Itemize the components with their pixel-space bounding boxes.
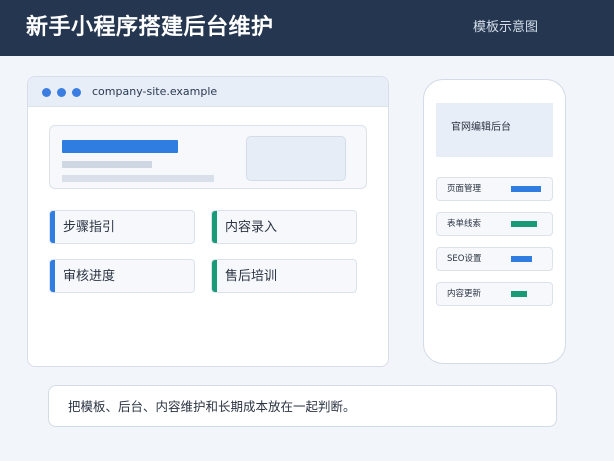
card-content-entry: 内容录入 <box>211 210 357 244</box>
phone-mockup: 官网编辑后台 页面管理 表单线索 SEO设置 内容更新 <box>423 79 566 364</box>
card-accent <box>212 211 217 243</box>
hero-text-placeholder <box>62 161 152 168</box>
hero-placeholder <box>49 125 367 189</box>
phone-row-bar <box>511 186 541 192</box>
card-accent <box>50 211 55 243</box>
phone-row-content-update: 内容更新 <box>436 282 553 306</box>
window-dot-icon <box>42 88 51 97</box>
phone-row-bar <box>511 291 527 297</box>
phone-row-label: SEO设置 <box>447 254 482 264</box>
phone-row-seo-settings: SEO设置 <box>436 247 553 271</box>
phone-row-label: 表单线索 <box>447 219 482 229</box>
card-accent <box>212 260 217 292</box>
card-after-sales-training: 售后培训 <box>211 259 357 293</box>
window-dot-icon <box>57 88 66 97</box>
phone-row-form-leads: 表单线索 <box>436 212 553 236</box>
phone-row-page-management: 页面管理 <box>436 177 553 201</box>
hero-image-placeholder <box>246 136 346 181</box>
card-accent <box>50 260 55 292</box>
summary-note: 把模板、后台、内容维护和长期成本放在一起判断。 <box>48 385 557 427</box>
browser-mockup: company-site.example 步骤指引 内容录入 审核进度 售后培训 <box>27 76 389 367</box>
card-review-progress: 审核进度 <box>49 259 195 293</box>
phone-title: 官网编辑后台 <box>451 122 511 133</box>
phone-row-bar <box>511 221 537 227</box>
phone-row-label: 内容更新 <box>447 289 482 299</box>
phone-row-label: 页面管理 <box>447 184 482 194</box>
browser-address-bar: company-site.example <box>28 77 388 107</box>
header-bar: 新手小程序搭建后台维护 模板示意图 <box>0 0 614 56</box>
card-label: 内容录入 <box>225 220 278 235</box>
summary-note-text: 把模板、后台、内容维护和长期成本放在一起判断。 <box>68 399 356 414</box>
card-label: 售后培训 <box>225 269 278 284</box>
phone-header: 官网编辑后台 <box>436 103 553 157</box>
card-label: 步骤指引 <box>63 220 116 235</box>
card-label: 审核进度 <box>63 269 116 284</box>
phone-row-bar <box>511 256 532 262</box>
window-dot-icon <box>72 88 81 97</box>
page-title: 新手小程序搭建后台维护 <box>26 15 274 40</box>
browser-url: company-site.example <box>92 85 218 98</box>
page: 新手小程序搭建后台维护 模板示意图 company-site.example 步… <box>0 0 614 461</box>
hero-text-placeholder <box>62 175 214 182</box>
template-tag: 模板示意图 <box>472 20 538 35</box>
hero-title-placeholder <box>62 140 178 153</box>
card-step-guide: 步骤指引 <box>49 210 195 244</box>
